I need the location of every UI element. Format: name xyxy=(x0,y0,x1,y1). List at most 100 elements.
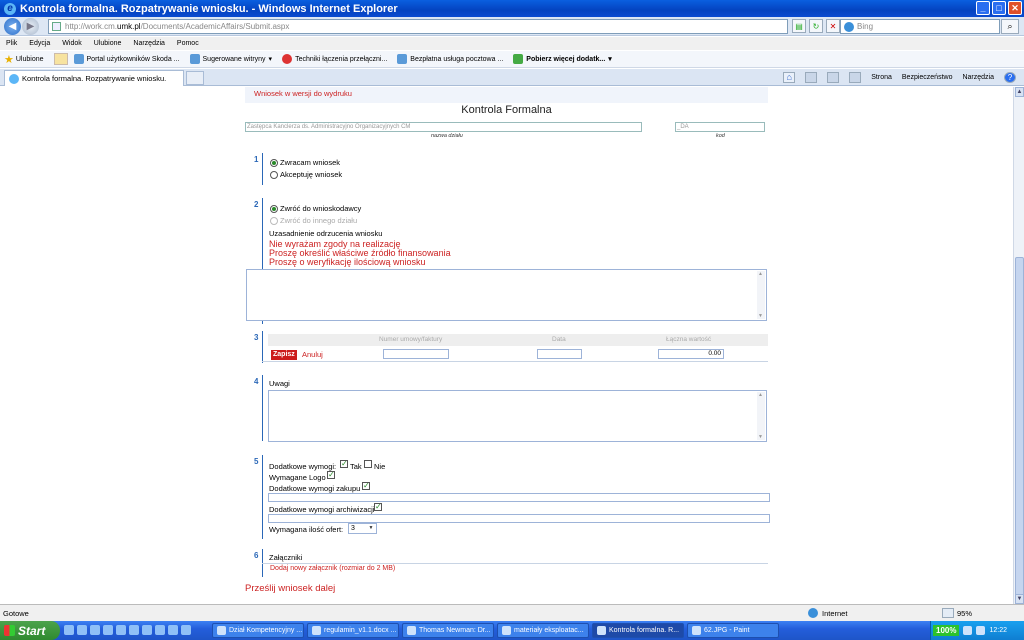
add-attachment-link[interactable]: Dodaj nowy załącznik (rozmiar do 2 MB) xyxy=(270,565,395,572)
cmd-page[interactable]: Strona xyxy=(871,74,892,81)
scroll-thumb[interactable] xyxy=(1015,257,1024,597)
cmd-tools[interactable]: Narzędzia xyxy=(962,74,994,81)
cancel-link[interactable]: Anuluj xyxy=(302,350,323,359)
total-value-input[interactable]: 0.00 xyxy=(658,349,724,359)
search-icon[interactable]: ⌕ xyxy=(1001,19,1019,34)
archive-checkbox[interactable]: ✓ xyxy=(374,503,382,511)
menu-view[interactable]: Widok xyxy=(62,40,81,47)
scroll-up-icon[interactable]: ▲ xyxy=(1015,87,1024,97)
radio-return-applicant-circle[interactable] xyxy=(270,204,278,213)
compatibility-icon[interactable]: ▤ xyxy=(792,19,806,33)
fav-item-suggested[interactable]: Sugerowane witryny ▾ xyxy=(189,54,272,64)
radio-accept[interactable]: Akceptuję wniosek xyxy=(270,170,342,179)
task-item[interactable]: regulamin_v1.1.docx ... xyxy=(307,623,399,638)
fav-item-skoda[interactable]: Portal użytkowników Skoda ... xyxy=(73,54,180,64)
close-button[interactable]: ✕ xyxy=(1008,1,1022,15)
window-title: Kontrola formalna. Rozpatrywanie wniosku… xyxy=(20,2,398,15)
zoom-badge[interactable]: 100% xyxy=(933,625,960,636)
quicklaunch-icon[interactable] xyxy=(168,625,178,635)
tray-icon[interactable] xyxy=(963,626,973,635)
submit-link[interactable]: Prześlij wniosek dalej xyxy=(245,583,335,594)
feeds-icon[interactable] xyxy=(805,72,818,83)
radio-return-circle[interactable] xyxy=(270,158,278,167)
refresh-icon[interactable]: ↻ xyxy=(809,19,823,33)
remarks-textarea[interactable] xyxy=(268,390,767,442)
menu-tools[interactable]: Narzędzia xyxy=(133,40,165,47)
help-icon[interactable]: ? xyxy=(1004,72,1016,83)
fav-item-label: Sugerowane witryny xyxy=(202,55,266,63)
start-button[interactable]: Start xyxy=(0,621,60,640)
menu-help[interactable]: Pomoc xyxy=(177,40,199,47)
radio-return-department: Zwróć do innego działu xyxy=(270,216,357,225)
page-scrollbar[interactable]: ▲ ▼ xyxy=(1013,87,1024,604)
cmd-security[interactable]: Bezpieczeństwo xyxy=(902,74,953,81)
favorites-star-icon: ★ xyxy=(4,53,14,66)
stop-icon[interactable]: ✕ xyxy=(826,19,840,33)
quicklaunch-icon[interactable] xyxy=(181,625,191,635)
code-input[interactable]: _DA xyxy=(675,122,765,132)
reason-option-3[interactable]: Proszę o weryfikację ilościową wniosku xyxy=(269,257,426,267)
tab-label: Kontrola formalna. Rozpatrywanie wniosku… xyxy=(22,74,167,83)
home-icon[interactable]: ⌂ xyxy=(783,72,796,83)
reason-textarea-scrollbar[interactable] xyxy=(757,271,765,319)
contract-number-input[interactable] xyxy=(383,349,449,359)
minimize-button[interactable]: _ xyxy=(976,1,990,15)
print-version-link[interactable]: Wniosek w wersji do wydruku xyxy=(254,89,352,98)
reason-textarea[interactable] xyxy=(246,269,767,321)
purchase-checkbox[interactable]: ✓ xyxy=(362,482,370,490)
menu-edit[interactable]: Edycja xyxy=(29,40,50,47)
radio-return-applicant[interactable]: Zwróć do wnioskodawcy xyxy=(270,204,361,213)
attachments-label: Załączniki xyxy=(269,553,303,562)
tab-ie-icon xyxy=(9,73,19,84)
radio-return[interactable]: Zwracam wniosek xyxy=(270,158,340,167)
task-item[interactable]: 62.JPG - Paint xyxy=(687,623,779,638)
extra-yes-checkbox[interactable]: ✓ xyxy=(340,460,348,468)
security-zone[interactable]: Internet xyxy=(808,608,847,618)
fav-item-addons[interactable]: Pobierz więcej dodatk... ▾ xyxy=(513,54,612,64)
task-item-active[interactable]: Kontrola formalna. R... xyxy=(592,623,684,638)
fav-item-techniques[interactable]: Techniki łączenia przełączni... xyxy=(282,54,387,64)
remarks-textarea-scrollbar[interactable] xyxy=(757,392,765,440)
purchase-input[interactable] xyxy=(268,493,770,502)
favorites-button[interactable]: Ulubione xyxy=(16,56,44,63)
zoom-control[interactable]: 95% xyxy=(942,608,972,618)
tab-kontrola[interactable]: Kontrola formalna. Rozpatrywanie wniosku… xyxy=(4,70,184,86)
offers-select[interactable]: 3 ▼ xyxy=(348,523,377,534)
radio-return-department-circle xyxy=(270,216,278,225)
fav-item-label: Bezpłatna usługa pocztowa ... xyxy=(410,55,504,63)
quicklaunch-icon[interactable] xyxy=(103,625,113,635)
menu-file[interactable]: Plik xyxy=(6,40,17,47)
logo-checkbox[interactable]: ✓ xyxy=(327,471,335,479)
back-button[interactable]: ◀ xyxy=(4,18,21,35)
quicklaunch-icon[interactable] xyxy=(77,625,87,635)
archive-input[interactable] xyxy=(268,514,770,523)
department-input[interactable]: Zastępca Kanclerza ds. Administracyjno O… xyxy=(245,122,642,132)
task-item[interactable]: Thomas Newman: Dr... xyxy=(402,623,494,638)
quicklaunch-icon[interactable] xyxy=(64,625,74,635)
print-icon[interactable] xyxy=(849,72,862,83)
maximize-button[interactable]: □ xyxy=(992,1,1006,15)
new-tab-button[interactable] xyxy=(186,71,204,85)
fav-item-mail[interactable]: Bezpłatna usługa pocztowa ... xyxy=(397,54,503,64)
quicklaunch-icon[interactable] xyxy=(142,625,152,635)
quicklaunch-icon[interactable] xyxy=(129,625,139,635)
task-app-icon xyxy=(407,626,416,635)
task-item[interactable]: materiały eksploatac... xyxy=(497,623,589,638)
mail-icon[interactable] xyxy=(827,72,840,83)
extra-no-checkbox[interactable] xyxy=(364,460,372,468)
quicklaunch-icon[interactable] xyxy=(155,625,165,635)
section-number-1: 1 xyxy=(254,155,259,164)
address-input[interactable]: http://work.cm.umk.pl/Documents/Academic… xyxy=(48,19,788,34)
date-input[interactable] xyxy=(537,349,582,359)
quicklaunch-icon[interactable] xyxy=(90,625,100,635)
scroll-down-icon[interactable]: ▼ xyxy=(1015,594,1024,604)
menu-favorites[interactable]: Ulubione xyxy=(94,40,122,47)
radio-accept-circle[interactable] xyxy=(270,170,278,179)
task-item[interactable]: Dział Kompetencyjny ... xyxy=(212,623,304,638)
tray-icon[interactable] xyxy=(976,626,986,635)
add-favorite-icon[interactable] xyxy=(53,53,68,65)
forward-button[interactable]: ▶ xyxy=(22,18,39,35)
search-input[interactable]: Bing xyxy=(840,19,1000,34)
quicklaunch-icon[interactable] xyxy=(116,625,126,635)
save-button[interactable]: Zapisz xyxy=(271,350,297,360)
